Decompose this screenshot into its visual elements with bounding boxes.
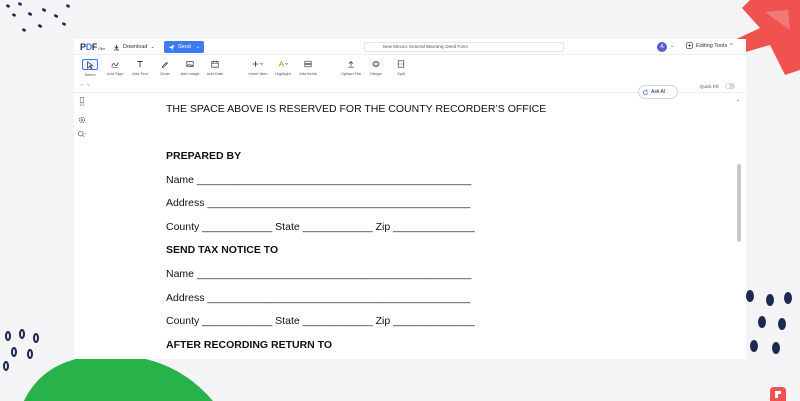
pages-button[interactable]: 1/3 <box>77 97 87 107</box>
settings-icon <box>78 116 86 124</box>
zoom-icon <box>78 130 87 138</box>
add-sign-label: Add Sign <box>106 71 124 76</box>
chevron-up-icon: ^ <box>730 42 733 49</box>
add-fields-label: Add fields <box>299 71 317 76</box>
merge-label: Merge <box>370 71 382 76</box>
document-page: THE SPACE ABOVE IS RESERVED FOR THE COUN… <box>90 93 690 359</box>
page-counter: 1/3 <box>79 103 85 107</box>
scroll-up-icon[interactable]: ▴ <box>737 97 739 102</box>
quick-fill-label: Quick Fill <box>700 84 719 89</box>
scrollbar-thumb[interactable] <box>737 164 741 242</box>
tax-name-field[interactable]: Name ___________________________________… <box>166 268 471 280</box>
add-date-label: Add Date <box>206 71 224 76</box>
avatar[interactable]: A <box>657 42 667 52</box>
document-canvas[interactable]: THE SPACE ABOVE IS RESERVED FOR THE COUN… <box>90 93 740 359</box>
refresh-icon <box>643 88 648 95</box>
prepared-by-heading: PREPARED BY <box>166 150 242 162</box>
download-button[interactable]: Download ⌄ <box>110 41 158 53</box>
toolbar: Select Add Sign Add Text Draw Add Image … <box>74 57 746 79</box>
upload-icon <box>348 61 354 68</box>
top-bar: PDFFiller Download ⌄ Send ⌄ New Mexico G… <box>74 39 746 55</box>
document-name-field[interactable]: New Mexico General Warranty Deed Form <box>364 42 564 52</box>
select-tool[interactable]: Select <box>78 57 102 79</box>
add-image-tool[interactable]: Add Image <box>178 57 202 79</box>
editing-tools-label: Editing Tools <box>696 42 728 49</box>
prepared-address-field[interactable]: Address ________________________________… <box>166 197 470 209</box>
image-icon <box>186 61 194 67</box>
insert-item-label: Insert Item <box>248 71 268 76</box>
chevron-down-icon: ⌄ <box>195 44 200 50</box>
prepared-location-field[interactable]: County ____________ State ____________ Z… <box>166 221 475 233</box>
split-tool[interactable]: Split <box>389 57 413 79</box>
tax-location-field[interactable]: County ____________ State ____________ Z… <box>166 315 475 327</box>
ask-ai-button[interactable]: Ask AI <box>638 85 678 99</box>
calendar-icon <box>211 60 219 68</box>
brand-logo-icon <box>770 387 786 401</box>
split-icon <box>397 60 405 68</box>
prepared-name-field[interactable]: Name ___________________________________… <box>166 174 471 186</box>
send-tax-notice-heading: SEND TAX NOTICE TO <box>166 244 279 256</box>
select-label: Select <box>84 72 96 77</box>
plus-icon <box>252 61 263 67</box>
left-sidebar: 1/3 <box>74 93 90 359</box>
add-fields-tool[interactable]: Add fields <box>296 57 320 79</box>
upload-file-tool[interactable]: Upload File <box>339 57 363 79</box>
split-label: Split <box>397 71 405 76</box>
send-button[interactable]: Send ⌄ <box>164 41 204 53</box>
highlight-icon <box>278 60 288 67</box>
send-icon <box>168 44 175 50</box>
add-text-tool[interactable]: Add Text <box>128 57 152 79</box>
editing-tools-button[interactable]: Editing Tools ^ <box>686 42 732 49</box>
settings-button[interactable] <box>77 115 87 125</box>
cursor-icon <box>87 60 94 69</box>
ask-ai-label: Ask AI <box>651 89 666 95</box>
add-date-tool[interactable]: Add Date <box>203 57 227 79</box>
tax-address-field[interactable]: Address ________________________________… <box>166 292 470 304</box>
after-recording-heading: AFTER RECORDING RETURN TO <box>166 339 333 351</box>
fields-icon <box>304 60 312 68</box>
logo-suffix: F <box>91 42 98 52</box>
add-image-label: Add Image <box>180 71 200 76</box>
upload-file-label: Upload File <box>340 71 362 76</box>
chevron-down-icon: ⌄ <box>150 44 155 50</box>
highlight-tool[interactable]: Highlight <box>271 57 295 79</box>
download-label: Download <box>123 44 148 50</box>
editing-tools-icon <box>686 42 693 49</box>
insert-item-tool[interactable]: Insert Item <box>246 57 270 79</box>
quick-fill-toggle[interactable] <box>725 83 735 89</box>
app-logo[interactable]: PDFFiller <box>80 42 105 52</box>
add-text-label: Add Text <box>132 71 148 76</box>
sign-icon <box>111 62 119 68</box>
merge-tool[interactable]: Merge <box>364 57 388 79</box>
add-sign-tool[interactable]: Add Sign <box>103 57 127 79</box>
text-icon <box>137 61 143 68</box>
draw-tool[interactable]: Draw <box>153 57 177 79</box>
decorative-dots-top-left <box>6 2 70 32</box>
chevron-down-icon[interactable]: ⌄ <box>670 43 674 49</box>
pen-icon <box>161 61 168 68</box>
decorative-dots-bottom-left <box>3 329 39 371</box>
recorder-notice: THE SPACE ABOVE IS RESERVED FOR THE COUN… <box>166 103 547 115</box>
send-label: Send <box>178 44 191 50</box>
undo-redo-icon[interactable]: ↶ ↷ <box>80 83 90 89</box>
zoom-button[interactable] <box>77 129 87 139</box>
download-icon <box>114 44 119 50</box>
draw-label: Draw <box>160 71 170 76</box>
highlight-label: Highlight <box>275 71 291 76</box>
logo-edition: Filler <box>98 46 105 51</box>
merge-icon <box>372 61 380 67</box>
